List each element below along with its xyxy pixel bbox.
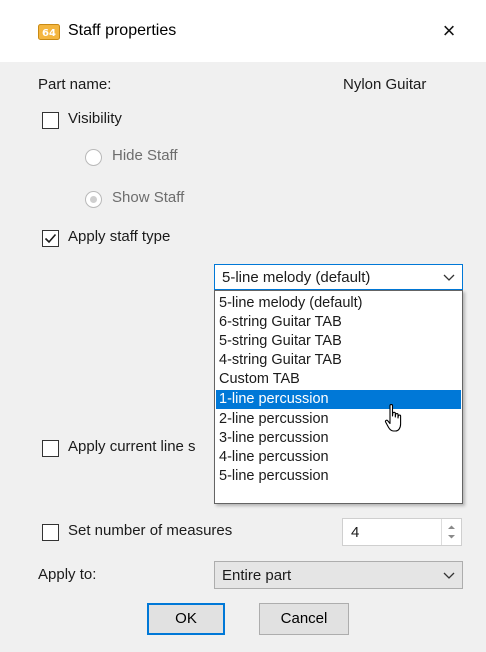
staff-type-selected-value: 5-line melody (default) [222,269,371,286]
dropdown-option-highlighted[interactable]: 1-line percussion [216,390,461,409]
staff-type-dropdown-list: 5-line melody (default) 6-string Guitar … [214,290,463,504]
dropdown-option[interactable]: 3-line percussion [216,429,461,448]
window-title: Staff properties [68,22,177,39]
dropdown-option[interactable]: 5-line percussion [216,467,461,486]
spinner-arrows[interactable] [441,519,461,545]
apply-to-label: Apply to: [38,566,97,583]
cancel-button[interactable]: Cancel [259,603,349,635]
dropdown-option[interactable]: 5-string Guitar TAB [216,332,461,351]
part-name-label: Part name: [38,76,112,93]
dropdown-option[interactable]: 4-string Guitar TAB [216,351,461,370]
dropdown-option[interactable]: 2-line percussion [216,410,461,429]
radio-selected-dot [90,196,97,203]
close-button[interactable]: × [436,18,462,44]
dropdown-option[interactable]: Custom TAB [216,370,461,389]
visibility-label: Visibility [68,110,122,127]
checkmark-icon [44,233,57,244]
chevron-down-icon [443,572,455,579]
visibility-checkbox[interactable] [42,112,59,129]
close-icon: × [442,18,456,43]
apply-line-spacing-label: Apply current line s [68,438,196,455]
chevron-down-icon [443,274,455,281]
measures-value: 4 [351,524,360,541]
apply-to-value: Entire part [222,567,292,584]
svg-text:64: 64 [42,28,56,39]
app-logo-icon: 64 [38,24,60,40]
dropdown-option[interactable]: 5-line melody (default) [216,294,461,313]
staff-properties-dialog: 64 Staff properties × Part name: Nylon G… [0,0,486,652]
show-staff-label: Show Staff [112,189,185,206]
hide-staff-radio[interactable] [85,149,102,166]
dropdown-option[interactable]: 4-line percussion [216,448,461,467]
part-name-value: Nylon Guitar [343,76,427,93]
set-measures-checkbox[interactable] [42,524,59,541]
dropdown-option[interactable]: 6-string Guitar TAB [216,313,461,332]
title-bar: 64 Staff properties × [0,0,486,62]
apply-line-spacing-checkbox[interactable] [42,440,59,457]
apply-staff-type-label: Apply staff type [68,228,171,245]
hide-staff-label: Hide Staff [112,147,178,164]
apply-to-select[interactable]: Entire part [214,561,463,589]
staff-type-select[interactable]: 5-line melody (default) [214,264,463,290]
set-measures-label: Set number of measures [68,522,233,539]
up-down-arrows-icon [448,525,455,539]
ok-button[interactable]: OK [147,603,225,635]
hand-pointer-icon [384,404,402,432]
apply-staff-type-checkbox[interactable] [42,230,59,247]
measures-spinbox[interactable]: 4 [342,518,462,546]
show-staff-radio[interactable] [85,191,102,208]
